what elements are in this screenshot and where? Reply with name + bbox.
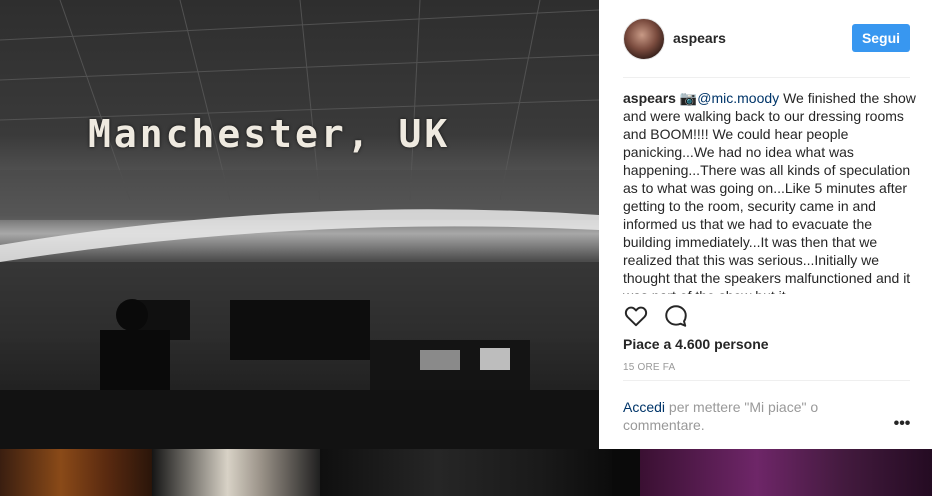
caption-username[interactable]: aspears: [623, 90, 676, 106]
ellipsis-icon[interactable]: •••: [891, 414, 913, 434]
camera-icon: 📷: [679, 90, 698, 106]
divider: [623, 380, 910, 381]
action-bar: [623, 303, 743, 329]
arena-photo-art: [0, 0, 599, 449]
thumbnail[interactable]: [640, 449, 932, 496]
thumbnail[interactable]: [0, 449, 152, 496]
header-username[interactable]: aspears: [673, 30, 726, 46]
login-link[interactable]: Accedi: [623, 399, 665, 415]
post-caption: aspears 📷@mic.moody We finished the show…: [623, 89, 916, 294]
post-photo[interactable]: Manchester, UK: [0, 0, 599, 449]
caption-text: We finished the show and were walking ba…: [623, 90, 916, 294]
likes-count[interactable]: Piace a 4.600 persone: [623, 336, 769, 352]
photo-caption: Manchester, UK: [88, 112, 451, 156]
avatar[interactable]: [623, 18, 665, 60]
thumbnail-gap: [612, 449, 640, 496]
heart-icon[interactable]: [623, 303, 649, 329]
follow-button[interactable]: Segui: [852, 24, 910, 52]
background-thumbnails: [0, 449, 932, 496]
divider: [623, 77, 910, 78]
thumbnail[interactable]: [320, 449, 612, 496]
post-header: aspears Segui: [599, 0, 932, 77]
login-prompt: Accedi per mettere "Mi piace" o commenta…: [623, 398, 863, 434]
comment-icon[interactable]: [663, 303, 689, 329]
post-timestamp[interactable]: 15 ORE FA: [623, 362, 675, 373]
mention-link[interactable]: @mic.moody: [697, 90, 779, 106]
thumbnail[interactable]: [152, 449, 320, 496]
post-side-panel: aspears Segui aspears 📷@mic.moody We fin…: [599, 0, 932, 449]
